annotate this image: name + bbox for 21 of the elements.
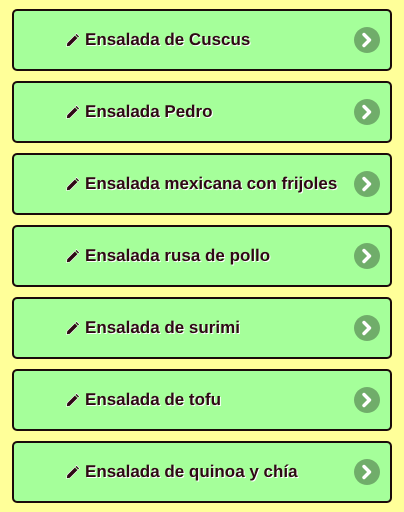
pencil-icon bbox=[65, 32, 81, 48]
recipe-button[interactable]: Ensalada de Cuscus bbox=[12, 9, 392, 71]
pencil-icon bbox=[65, 392, 81, 408]
recipe-button[interactable]: Ensalada mexicana con frijoles bbox=[12, 153, 392, 215]
chevron-right-icon bbox=[354, 27, 380, 53]
recipe-button[interactable]: Ensalada de tofu bbox=[12, 369, 392, 431]
pencil-icon bbox=[65, 320, 81, 336]
chevron-right-icon bbox=[354, 315, 380, 341]
pencil-icon bbox=[65, 176, 81, 192]
recipe-button[interactable]: Ensalada de quinoa y chía bbox=[12, 441, 392, 503]
chevron-right-icon bbox=[354, 99, 380, 125]
chevron-right-icon bbox=[354, 459, 380, 485]
recipe-button[interactable]: Ensalada Pedro bbox=[12, 81, 392, 143]
pencil-icon bbox=[65, 248, 81, 264]
chevron-right-icon bbox=[354, 243, 380, 269]
chevron-right-icon bbox=[354, 387, 380, 413]
pencil-icon bbox=[65, 464, 81, 480]
chevron-right-icon bbox=[354, 171, 380, 197]
pencil-icon bbox=[65, 104, 81, 120]
recipe-button[interactable]: Ensalada de surimi bbox=[12, 297, 392, 359]
recipe-button[interactable]: Ensalada rusa de pollo bbox=[12, 225, 392, 287]
